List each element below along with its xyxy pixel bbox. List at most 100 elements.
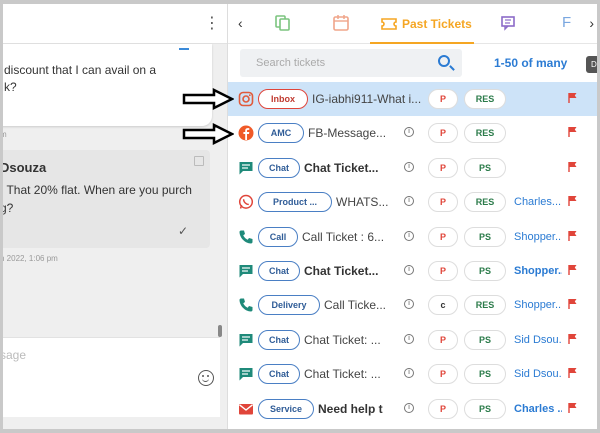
- info-icon[interactable]: i: [404, 299, 414, 310]
- tab-bar: ‹ Past Tickets F ›: [228, 4, 600, 44]
- ticket-title[interactable]: IG-iabhi911-What i...: [312, 92, 424, 106]
- info-icon[interactable]: i: [404, 196, 414, 207]
- channel-pill[interactable]: Product ...: [258, 192, 332, 213]
- messages-icon[interactable]: [500, 14, 518, 32]
- chat-message-text: discount that I can avail on a k?: [4, 63, 157, 94]
- chevron-left-icon[interactable]: ‹: [238, 15, 243, 31]
- message-timestamp: h 2022, 1:06 pm: [0, 254, 58, 263]
- priority-badge: P: [428, 123, 458, 144]
- assigned-agent[interactable]: Charles ...: [514, 403, 562, 415]
- facebook-icon: [238, 125, 254, 141]
- flag-icon[interactable]: [568, 333, 577, 344]
- info-icon[interactable]: i: [404, 161, 414, 172]
- ticket-title[interactable]: Call Ticket : 6...: [302, 230, 400, 244]
- flag-icon[interactable]: [568, 298, 577, 310]
- channel-pill[interactable]: Chat: [258, 261, 300, 281]
- ticket-row[interactable]: AMC FB-Message... i P RES: [228, 116, 600, 150]
- emoji-icon[interactable]: [198, 370, 214, 386]
- ticket-title[interactable]: Call Ticke...: [324, 298, 400, 312]
- priority-badge: P: [428, 364, 458, 385]
- ticket-row[interactable]: Chat Chat Ticket... i P PS Shopper...: [228, 254, 600, 288]
- assigned-agent[interactable]: Charles...: [514, 196, 562, 208]
- message-timestamp: m: [0, 130, 7, 139]
- assigned-agent[interactable]: Sid Dsou...: [514, 368, 562, 380]
- annotation-arrow-icon: [182, 123, 234, 145]
- ticket-title[interactable]: Need help t: [318, 402, 400, 416]
- ticket-row[interactable]: Inbox IG-iabhi911-What i... P RES: [228, 82, 600, 117]
- ticket-title[interactable]: Chat Ticket...: [304, 161, 400, 175]
- ticket-row[interactable]: Service Need help t i P PS Charles ...: [228, 392, 600, 426]
- ticket-title[interactable]: WHATS...: [336, 195, 400, 209]
- priority-badge: P: [428, 226, 458, 247]
- chat-panel: ⋮ discount that I can avail on a k? m Ds…: [0, 0, 228, 433]
- flag-icon[interactable]: [568, 230, 577, 241]
- channel-pill[interactable]: Inbox: [258, 89, 308, 109]
- channel-pill[interactable]: Chat: [258, 364, 300, 385]
- phone-icon: [239, 298, 253, 312]
- ticket-title[interactable]: Chat Ticket...: [304, 264, 400, 278]
- info-icon[interactable]: i: [404, 333, 414, 344]
- ticket-title[interactable]: Chat Ticket: ...: [304, 333, 400, 347]
- channel-pill[interactable]: Delivery: [258, 295, 320, 316]
- ticket-row[interactable]: Chat Chat Ticket: ... i P PS Sid Dsou...: [228, 323, 600, 357]
- priority-badge: P: [428, 398, 458, 419]
- chat-message-outgoing: Dsouza , That 20% flat. When are you pur…: [0, 150, 210, 248]
- more-options-icon[interactable]: ⋮: [204, 16, 220, 32]
- tab-label: Past Tickets: [402, 17, 472, 31]
- ticket-row[interactable]: Delivery Call Ticke... i c RES Shopper...: [228, 288, 600, 322]
- compose-input[interactable]: sage: [0, 348, 26, 362]
- channel-pill[interactable]: Chat: [258, 329, 300, 350]
- chat-icon: [239, 265, 253, 278]
- info-icon[interactable]: i: [404, 230, 414, 241]
- status-badge: PS: [464, 329, 506, 350]
- info-icon[interactable]: i: [404, 368, 414, 379]
- flag-icon[interactable]: [568, 92, 577, 103]
- ticket-row[interactable]: Call Call Ticket : 6... i P PS Shopper...: [228, 220, 600, 254]
- channel-pill[interactable]: Chat: [258, 157, 300, 178]
- flag-icon[interactable]: [568, 264, 577, 275]
- ticket-row[interactable]: Product ... WHATS... i P RES Charles...: [228, 185, 600, 219]
- channel-pill[interactable]: Call: [258, 226, 298, 247]
- ticket-icon: [381, 18, 397, 30]
- tab-partial[interactable]: F: [562, 14, 571, 31]
- view-toggle-badge[interactable]: D: [586, 56, 600, 73]
- flag-icon[interactable]: [568, 161, 577, 172]
- assigned-agent[interactable]: Shopper...: [514, 231, 562, 243]
- info-icon[interactable]: i: [404, 127, 414, 138]
- channel-pill[interactable]: Service: [258, 398, 314, 419]
- search-icon[interactable]: [438, 55, 450, 67]
- flag-icon[interactable]: [568, 402, 577, 413]
- pagination-label[interactable]: 1-50 of many: [494, 56, 567, 70]
- ticket-title[interactable]: Chat Ticket: ...: [304, 367, 400, 381]
- flag-icon[interactable]: [568, 195, 577, 207]
- compose-area[interactable]: sage: [0, 337, 220, 417]
- chat-icon: [239, 333, 253, 347]
- priority-badge: P: [428, 89, 458, 109]
- info-icon[interactable]: i: [404, 265, 414, 275]
- status-badge: RES: [464, 123, 506, 144]
- channel-pill[interactable]: AMC: [258, 123, 304, 144]
- assigned-agent[interactable]: Shopper...: [514, 265, 562, 277]
- chat-message-incoming: discount that I can avail on a k?: [0, 44, 212, 126]
- status-badge: RES: [464, 192, 506, 213]
- tab-past-tickets[interactable]: Past Tickets: [370, 4, 474, 44]
- ticket-row[interactable]: Chat Chat Ticket... i P PS: [228, 151, 600, 185]
- search-input[interactable]: Search tickets: [240, 49, 462, 77]
- status-badge: PS: [464, 398, 506, 419]
- calendar-icon[interactable]: [332, 14, 350, 32]
- info-icon[interactable]: i: [404, 402, 414, 413]
- assigned-agent[interactable]: Shopper...: [514, 299, 562, 311]
- chat-message-text: , That 20% flat. When are you purch g?: [0, 183, 192, 215]
- search-placeholder: Search tickets: [256, 57, 326, 69]
- flag-icon[interactable]: [568, 126, 577, 138]
- ticket-row[interactable]: Chat Chat Ticket: ... i P PS Sid Dsou...: [228, 357, 600, 391]
- ticket-title[interactable]: FB-Message...: [308, 126, 400, 140]
- chevron-right-icon[interactable]: ›: [589, 15, 594, 31]
- chat-scrollbar[interactable]: [218, 325, 222, 337]
- flag-icon[interactable]: [568, 367, 577, 379]
- copy-icon[interactable]: [274, 14, 292, 32]
- open-external-icon[interactable]: [194, 156, 204, 166]
- instagram-icon: [238, 91, 254, 107]
- tickets-panel: ‹ Past Tickets F › Search tickets 1-50 o…: [228, 0, 600, 433]
- assigned-agent[interactable]: Sid Dsou...: [514, 334, 562, 346]
